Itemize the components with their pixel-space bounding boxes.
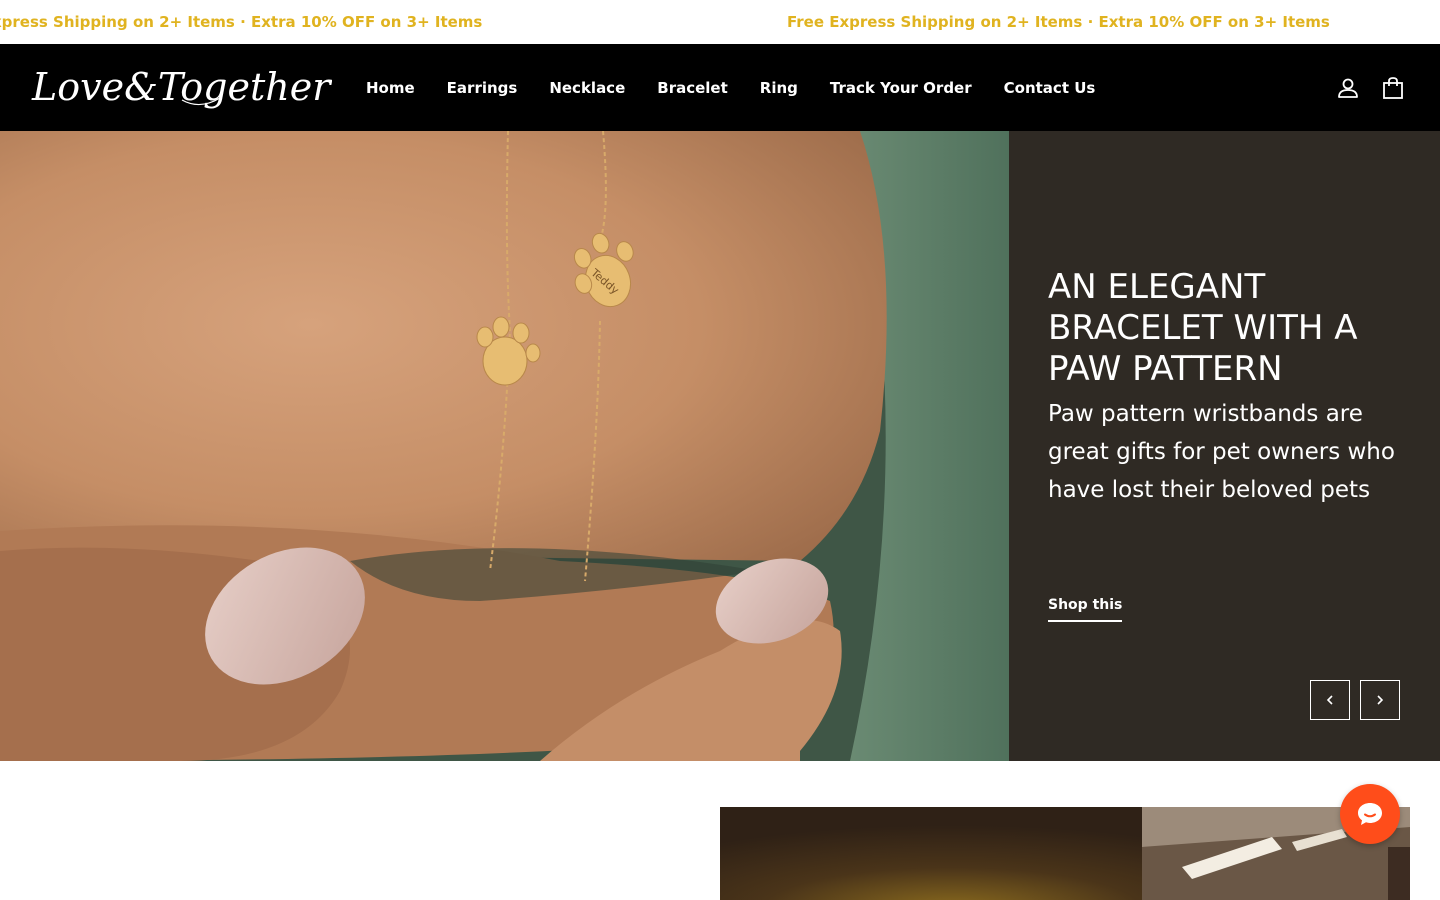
announcement-bar: xpress Shipping on 2+ Items · Extra 10% … [0, 0, 1440, 44]
svg-text:Love&Together: Love&Together [31, 65, 332, 109]
hero-slider: Teddy AN ELEGANT BRACELET WITH A PAW PAT… [0, 131, 1440, 761]
brand-logo[interactable]: Love&Together [30, 58, 332, 118]
chat-icon [1358, 803, 1382, 825]
shop-this-button[interactable]: Shop this [1048, 597, 1123, 622]
announcement-text: Free Express Shipping on 2+ Items · Extr… [787, 13, 1330, 31]
nav-home[interactable]: Home [366, 79, 415, 97]
nav-contact[interactable]: Contact Us [1004, 79, 1096, 97]
hero-subtitle: Paw pattern wristbands are great gifts f… [1048, 401, 1395, 503]
hero-title: AN ELEGANT BRACELET WITH A PAW PATTERN [1048, 267, 1358, 389]
hero-image: Teddy [0, 131, 1009, 761]
main-nav: Home Earrings Necklace Bracelet Ring Tra… [366, 44, 1095, 131]
site-header: Love&Together Home Earrings Necklace Bra… [0, 44, 1440, 131]
account-icon[interactable] [1336, 76, 1360, 100]
chevron-left-icon [1326, 695, 1333, 705]
collection-image[interactable] [720, 807, 1142, 900]
chat-button[interactable] [1340, 784, 1400, 844]
chevron-right-icon [1377, 695, 1384, 705]
hero-text-panel: AN ELEGANT BRACELET WITH A PAW PATTERN P… [1009, 131, 1440, 761]
slider-prev-button[interactable] [1310, 680, 1350, 720]
nav-ring[interactable]: Ring [760, 79, 798, 97]
nav-necklace[interactable]: Necklace [549, 79, 625, 97]
slider-next-button[interactable] [1360, 680, 1400, 720]
nav-earrings[interactable]: Earrings [447, 79, 518, 97]
nav-track-order[interactable]: Track Your Order [830, 79, 972, 97]
nav-bracelet[interactable]: Bracelet [657, 79, 728, 97]
announcement-text: xpress Shipping on 2+ Items · Extra 10% … [0, 13, 483, 31]
cart-icon[interactable] [1381, 76, 1405, 100]
